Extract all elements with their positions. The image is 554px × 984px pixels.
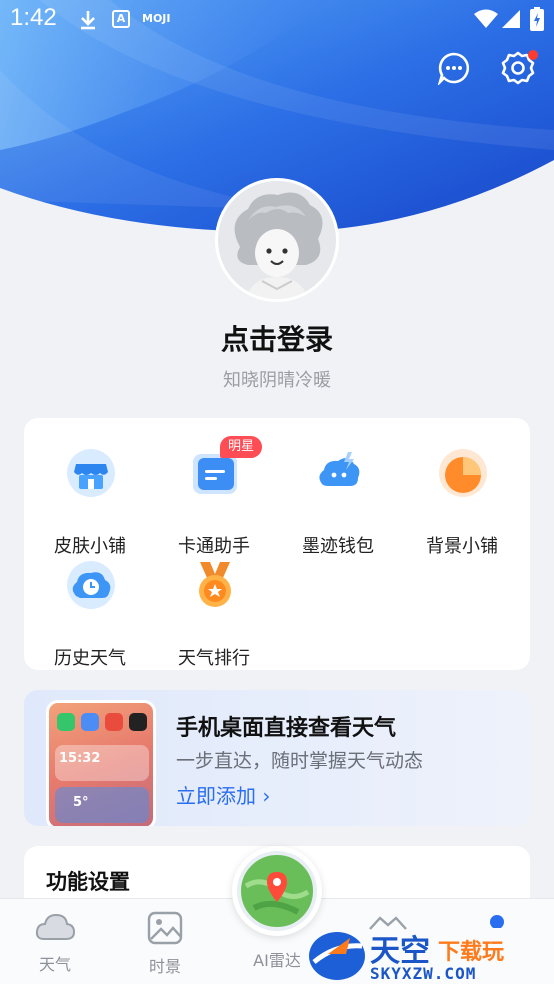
download-icon [78, 9, 98, 35]
feature-grid-card: 皮肤小铺 卡通助手 墨迹钱包 背景小铺 历史天气 天气排行 [24, 418, 530, 670]
watermark-domain: SKYXZW.COM [370, 964, 477, 983]
cloud-icon [34, 913, 76, 947]
status-bar: 1:42 A MOJI [0, 0, 554, 38]
feature-cartoon-assistant[interactable]: 卡通助手 [152, 448, 276, 557]
feature-moji-wallet[interactable]: 墨迹钱包 [276, 448, 400, 557]
widget-temperature: 5° [73, 795, 89, 810]
settings-button[interactable] [498, 50, 538, 90]
nav-weather[interactable]: 天气 [10, 911, 100, 975]
history-weather-icon [66, 560, 116, 610]
star-badge: 明星 [220, 436, 263, 458]
feature-weather-ranking[interactable]: 天气排行 [152, 560, 276, 669]
background-shop-icon [438, 448, 488, 498]
chat-bubble-icon [437, 51, 471, 89]
watermark-logo-icon [309, 932, 365, 980]
widget-promo-banner[interactable]: 15:32 5° 手机桌面直接查看天气 一步直达，随时掌握天气动态 立即添加 › [24, 690, 530, 826]
radar-map-icon [237, 851, 317, 931]
feature-label: 背景小铺 [426, 536, 498, 557]
status-time: 1:42 [10, 4, 57, 31]
feature-label: 皮肤小铺 [54, 536, 126, 557]
photo-icon [147, 911, 183, 949]
profile-tagline: 知晓阴晴冷暖 [223, 370, 331, 391]
promo-subtitle: 一步直达，随时掌握天气动态 [176, 750, 424, 772]
shop-icon [66, 448, 116, 498]
nav-label: 天气 [38, 955, 71, 974]
feature-label: 卡通助手 [178, 536, 250, 557]
feature-label: 历史天气 [54, 648, 126, 669]
widget-preview-image: 15:32 5° [46, 700, 156, 826]
avatar[interactable] [215, 178, 339, 302]
message-button[interactable] [434, 50, 474, 90]
a-notification-icon: A [112, 10, 130, 28]
widget-time: 15:32 [59, 751, 101, 766]
settings-notification-dot [528, 50, 538, 60]
wifi-icon [474, 9, 498, 33]
wallet-icon [314, 448, 364, 498]
watermark-brand-accent: 下载玩 [438, 940, 505, 965]
feature-background-shop[interactable]: 背景小铺 [400, 448, 524, 557]
add-widget-link[interactable]: 立即添加 › [176, 780, 270, 809]
promo-title: 手机桌面直接查看天气 [176, 716, 397, 741]
feature-skin-shop[interactable]: 皮肤小铺 [28, 448, 152, 557]
feature-label: 天气排行 [178, 648, 250, 669]
nav-label: 时景 [148, 957, 181, 976]
signal-icon [502, 9, 520, 33]
weather-ranking-medal-icon [190, 560, 240, 610]
settings-title: 功能设置 [46, 870, 130, 894]
login-button[interactable]: 点击登录 [0, 318, 554, 358]
nav-scenery[interactable]: 时景 [120, 911, 210, 977]
site-watermark: 天空 下载玩 SKYXZW.COM [306, 924, 554, 984]
moji-notification-icon: MOJI [142, 12, 171, 25]
default-avatar-icon [218, 181, 336, 299]
ai-radar-button[interactable] [232, 846, 322, 936]
feature-label: 墨迹钱包 [302, 536, 374, 557]
feature-history-weather[interactable]: 历史天气 [28, 560, 152, 669]
battery-charging-icon [530, 7, 544, 35]
